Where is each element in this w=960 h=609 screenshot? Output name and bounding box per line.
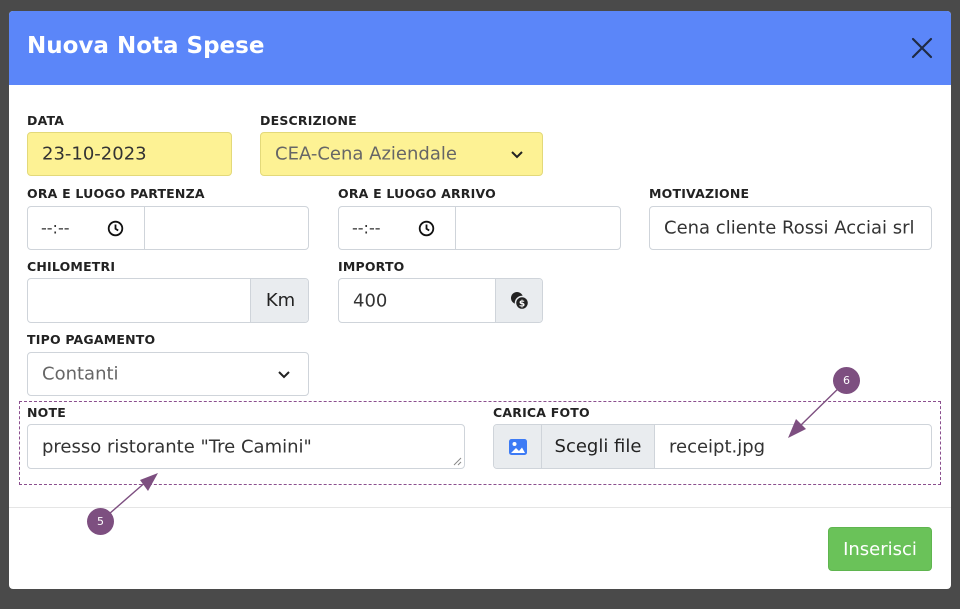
arrivo-time-input[interactable]: --:-- [338,206,456,250]
arrivo-time-value: --:-- [352,218,381,238]
km-unit-addon: Km [250,279,308,322]
motivazione-label: MOTIVAZIONE [649,186,750,201]
coins-addon: $ [495,279,542,322]
chevron-down-icon [511,151,523,159]
arrivo-label: ORA E LUOGO ARRIVO [338,186,496,201]
coins-icon: $ [511,291,530,310]
modal-header: Nuova Nota Spese [9,11,951,85]
tipo-pagamento-label: TIPO PAGAMENTO [27,332,156,347]
partenza-label: ORA E LUOGO PARTENZA [27,186,205,201]
image-addon [494,425,542,468]
importo-label: IMPORTO [338,259,405,274]
chilometri-label: CHILOMETRI [27,259,116,274]
chilometri-input[interactable]: Km [27,278,309,323]
partenza-time-input[interactable]: --:-- [27,206,145,250]
choose-file-button[interactable]: Scegli file [542,425,655,468]
partenza-place-input[interactable] [144,206,309,250]
descrizione-value: CEA-Cena Aziendale [275,143,457,165]
clock-icon [418,220,435,237]
partenza-time-value: --:-- [41,218,70,238]
note-value: presso ristorante "Tre Camini" [42,436,312,457]
motivazione-value: Cena cliente Rossi Acciai srl [664,217,915,239]
annotation-badge-5: 5 [87,508,114,535]
image-icon [508,438,527,455]
motivazione-input[interactable]: Cena cliente Rossi Acciai srl [649,206,932,250]
footer-divider [9,507,951,508]
importo-input[interactable]: 400 $ [338,278,543,323]
clock-icon [107,220,124,237]
carica-foto-label: CARICA FOTO [493,405,590,420]
submit-button[interactable]: Inserisci [828,527,932,571]
date-value: 23-10-2023 [42,143,147,165]
descrizione-select[interactable]: CEA-Cena Aziendale [260,132,543,176]
tipo-pagamento-value: Contanti [42,363,119,385]
data-label: DATA [27,113,65,128]
resize-handle-icon[interactable] [453,457,462,466]
date-input[interactable]: 23-10-2023 [27,132,232,176]
close-icon[interactable] [907,33,937,63]
file-input[interactable]: Scegli file receipt.jpg [493,424,932,469]
note-textarea[interactable]: presso ristorante "Tre Camini" [27,424,465,469]
tipo-pagamento-select[interactable]: Contanti [27,352,309,396]
chevron-down-icon [278,371,290,379]
arrivo-place-input[interactable] [455,206,621,250]
modal-title: Nuova Nota Spese [27,33,265,59]
modal-dialog: Nuova Nota Spese DATA 23-10-2023 DESCRIZ… [9,11,951,589]
svg-text:$: $ [519,299,525,309]
descrizione-label: DESCRIZIONE [260,113,357,128]
importo-value: 400 [353,290,388,311]
annotation-badge-6: 6 [833,367,860,394]
filename-value: receipt.jpg [669,436,766,457]
note-label: NOTE [27,405,66,420]
